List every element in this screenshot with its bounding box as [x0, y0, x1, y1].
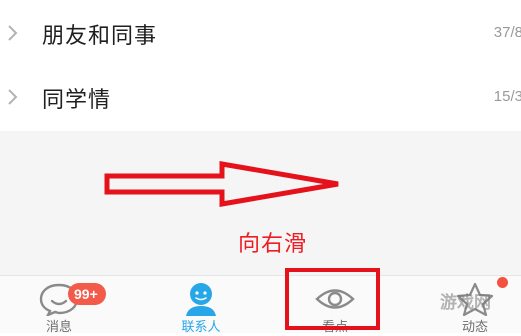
swipe-hint-text: 向右滑: [238, 232, 308, 257]
tab-label: 动态: [461, 320, 488, 335]
chevron-right-icon: [8, 89, 18, 105]
group-online-count: 15/3: [493, 88, 521, 105]
unread-badge: 99+: [68, 283, 106, 305]
watermark: 游戏网: [440, 293, 491, 313]
notification-dot: [497, 277, 508, 288]
group-name: 同学情: [42, 88, 112, 113]
contact-group-row[interactable]: 同学情 15/3: [0, 68, 521, 128]
group-online-count: 37/8: [493, 24, 521, 41]
swipe-right-arrow-annotation: [104, 161, 339, 207]
tab-contacts[interactable]: 联系人: [156, 276, 246, 335]
tab-label: 联系人: [181, 320, 221, 335]
contacts-person-icon: [186, 283, 216, 316]
chevron-right-icon: [8, 25, 18, 41]
highlight-box-annotation: [285, 268, 380, 330]
contact-group-row[interactable]: 朋友和同事 37/8: [0, 4, 521, 64]
group-name: 朋友和同事: [42, 24, 158, 49]
tab-label: 消息: [45, 320, 72, 335]
